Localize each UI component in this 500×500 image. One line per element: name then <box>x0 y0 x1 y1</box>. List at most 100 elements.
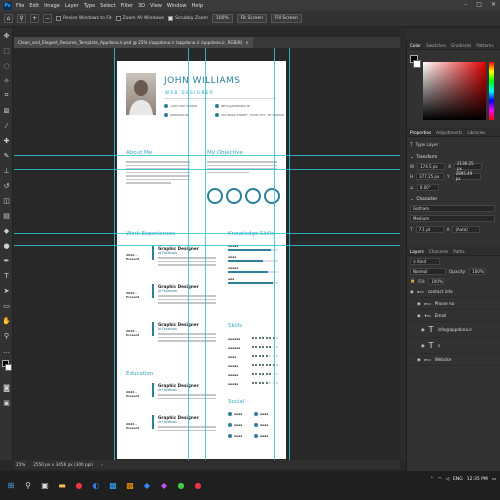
blur-tool-icon[interactable]: ◆ <box>0 223 13 238</box>
layer-group-contact[interactable]: ◉ ▸▭ contact info <box>407 286 500 298</box>
crop-tool-icon[interactable]: ⌗ <box>0 88 13 103</box>
menu-type[interactable]: Type <box>84 3 95 9</box>
zoom-level[interactable]: 25% <box>16 462 25 467</box>
color-picker[interactable] <box>407 50 500 128</box>
fill-screen-button[interactable]: Fill Screen <box>270 14 302 23</box>
canvas-area[interactable]: JOHN WILLIAMS WEB DESIGNER +000 000 0000… <box>14 48 400 460</box>
quick-mask-icon[interactable]: ◙ <box>0 380 13 395</box>
tab-patterns[interactable]: Patterns <box>476 43 493 48</box>
character-header[interactable]: ⌄ Character <box>407 193 500 203</box>
font-family-select[interactable]: Gotham <box>410 204 495 212</box>
eye-icon[interactable]: ◉ <box>417 301 421 306</box>
app-icon[interactable]: ● <box>174 479 188 493</box>
font-size-field[interactable]: 7.1 pt <box>415 225 444 233</box>
layer-email-text[interactable]: ◉ Tinfo@appdona.ir <box>407 322 500 338</box>
menu-view[interactable]: View <box>150 3 162 9</box>
tab-libraries[interactable]: Libraries <box>467 130 485 135</box>
zoom-tool-icon[interactable]: ⚲ <box>17 14 26 23</box>
file-explorer-icon[interactable]: ▬ <box>55 479 69 493</box>
eye-icon[interactable]: ◉ <box>421 343 425 348</box>
layer-group-website[interactable]: ◉ ▸▭ Website <box>407 354 500 366</box>
layer-filter-select[interactable]: ⚲ Kind <box>410 257 440 265</box>
move-tool-icon[interactable]: ✥ <box>0 28 13 43</box>
tab-swatches[interactable]: Swatches <box>426 43 446 48</box>
network-icon[interactable]: ◠ <box>438 477 442 482</box>
hand-tool-icon[interactable]: ✋ <box>0 313 13 328</box>
resume-page[interactable]: JOHN WILLIAMS WEB DESIGNER +000 000 0000… <box>117 61 286 459</box>
opacity-field[interactable]: 100% <box>469 267 486 275</box>
rectangle-tool-icon[interactable]: ▭ <box>0 298 13 313</box>
eye-icon[interactable]: ◉ <box>417 313 421 318</box>
clone-stamp-icon[interactable]: ⊥ <box>0 163 13 178</box>
width-field[interactable]: 174.5 px <box>417 162 446 170</box>
tab-color[interactable]: Color <box>410 43 421 48</box>
layer-shape[interactable]: ◉ T ▫ <box>407 338 500 354</box>
lock-icon[interactable]: 🔒 <box>410 278 415 284</box>
leading-field[interactable]: (Auto) <box>452 225 481 233</box>
lasso-tool-icon[interactable]: ◌ <box>0 58 13 73</box>
menu-filter[interactable]: Filter <box>121 3 133 9</box>
layer-group-email[interactable]: ◉ ▾▭ Email <box>407 310 500 322</box>
zoom-100-button[interactable]: 100% <box>211 14 233 23</box>
zoom-out-icon[interactable]: − <box>43 14 52 23</box>
font-style-select[interactable]: Medium <box>410 214 495 222</box>
eyedropper-icon[interactable]: ⁄ <box>0 118 13 133</box>
menu-3d[interactable]: 3D <box>138 3 145 9</box>
zoom-all-checkbox[interactable] <box>115 16 121 21</box>
volume-icon[interactable]: ◁ <box>446 477 449 482</box>
eye-icon[interactable]: ◉ <box>421 327 425 332</box>
search-icon[interactable]: ⚲ <box>21 479 35 493</box>
frame-tool-icon[interactable]: ⊠ <box>0 103 13 118</box>
resize-windows-checkbox[interactable] <box>56 16 61 21</box>
status-arrow-icon[interactable]: › <box>101 462 103 467</box>
menu-help[interactable]: Help <box>192 3 203 9</box>
healing-brush-icon[interactable]: ✚ <box>0 133 13 148</box>
resize-windows-option[interactable]: Resize Windows to Fit <box>56 16 112 21</box>
dodge-tool-icon[interactable]: ● <box>0 238 13 253</box>
brush-tool-icon[interactable]: ✎ <box>0 148 13 163</box>
tab-properties[interactable]: Properties <box>410 130 431 135</box>
bg-swatch[interactable] <box>413 60 421 68</box>
hue-slider[interactable] <box>489 62 494 120</box>
y-field[interactable]: 2895.49 px <box>452 171 481 181</box>
eye-icon[interactable]: ◉ <box>410 289 414 294</box>
app-icon[interactable]: ● <box>191 479 205 493</box>
menu-window[interactable]: Window <box>167 3 187 9</box>
document-tab[interactable]: Clean_and_Elegant_Resume_Template_Appdon… <box>14 37 253 48</box>
illustrator-taskbar-icon[interactable]: ▩ <box>123 479 137 493</box>
transform-header[interactable]: ⌄ Transform <box>407 151 500 161</box>
x-field[interactable]: 2136.25 px <box>454 161 483 171</box>
maximize-icon[interactable]: □ <box>476 1 482 8</box>
layer-group-phone[interactable]: ◉ ▸▭ Phone no <box>407 298 500 310</box>
tab-paths[interactable]: Paths <box>453 249 464 254</box>
vscode-icon[interactable]: ◆ <box>140 479 154 493</box>
minimize-icon[interactable]: – <box>464 1 467 8</box>
tab-gradients[interactable]: Gradients <box>451 43 471 48</box>
tab-layers[interactable]: Layers <box>410 249 424 254</box>
history-brush-icon[interactable]: ↺ <box>0 178 13 193</box>
screen-mode-icon[interactable]: ▣ <box>0 395 13 410</box>
browser-icon[interactable]: ● <box>72 479 86 493</box>
blend-mode-select[interactable]: Normal <box>410 267 446 275</box>
height-field[interactable]: 377.25 px <box>416 172 445 180</box>
home-icon[interactable]: ⌂ <box>4 14 13 23</box>
edge-icon[interactable]: ◐ <box>89 479 103 493</box>
color-swatches[interactable] <box>0 358 12 380</box>
pen-tool-icon[interactable]: ✒ <box>0 253 13 268</box>
zoom-all-option[interactable]: Zoom All Windows <box>115 16 164 21</box>
gradient-tool-icon[interactable]: ▤ <box>0 208 13 223</box>
color-field[interactable] <box>423 62 486 120</box>
menu-file[interactable]: File <box>16 3 24 9</box>
angle-field[interactable]: 0.00° <box>416 183 439 191</box>
path-selection-icon[interactable]: ➤ <box>0 283 13 298</box>
tab-channels[interactable]: Channels <box>429 249 448 254</box>
eye-icon[interactable]: ◉ <box>417 357 421 362</box>
photoshop-taskbar-icon[interactable]: ▩ <box>106 479 120 493</box>
close-icon[interactable]: ✕ <box>491 1 496 8</box>
marquee-tool-icon[interactable]: ⬚ <box>0 43 13 58</box>
eraser-icon[interactable]: ◫ <box>0 193 13 208</box>
app-icon[interactable]: ◆ <box>157 479 171 493</box>
zoom-icon[interactable]: ⚲ <box>0 328 13 343</box>
scrubby-zoom-checkbox[interactable] <box>168 16 174 21</box>
scrubby-zoom-option[interactable]: Scrubby Zoom <box>168 16 208 21</box>
